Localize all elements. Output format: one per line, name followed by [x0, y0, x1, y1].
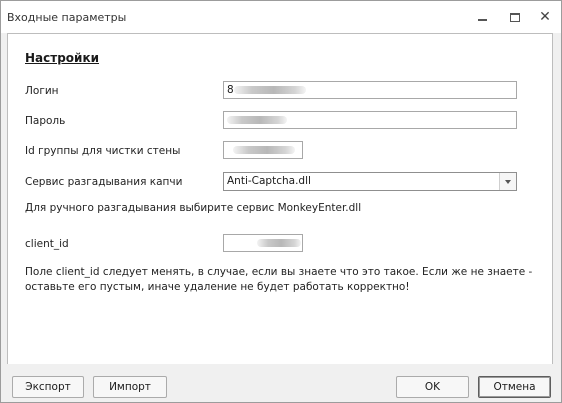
- client-id-note-line1: Поле client_id следует менять, в случае,…: [25, 266, 533, 278]
- minimize-button[interactable]: [471, 7, 493, 27]
- close-icon: ✕: [539, 9, 551, 25]
- settings-panel: Настройки Логин 8 Пароль Id группы для ч…: [7, 33, 553, 364]
- password-label: Пароль: [25, 115, 66, 127]
- captcha-service-label: Сервис разгадывания капчи: [25, 176, 183, 188]
- password-input[interactable]: [223, 111, 517, 129]
- ok-button[interactable]: OK: [396, 376, 469, 398]
- window-title: Входные параметры: [7, 11, 127, 24]
- title-bar[interactable]: Входные параметры ✕: [1, 1, 561, 33]
- chevron-down-icon: [505, 179, 511, 184]
- client-id-input[interactable]: [223, 234, 303, 252]
- maximize-icon: [510, 12, 520, 22]
- dropdown-button[interactable]: [499, 173, 516, 190]
- manual-hint: Для ручного разгадывания выбирите сервис…: [25, 202, 362, 214]
- redacted-login: [233, 86, 306, 94]
- login-label: Логин: [25, 85, 59, 97]
- login-input[interactable]: 8: [223, 81, 517, 99]
- client-id-label: client_id: [25, 238, 69, 250]
- captcha-service-value: Anti-Captcha.dll: [227, 175, 311, 187]
- group-id-label: Id группы для чистки стены: [25, 145, 181, 157]
- group-id-input[interactable]: [223, 141, 303, 159]
- maximize-button[interactable]: [504, 7, 526, 27]
- login-value: 8: [227, 84, 234, 96]
- minimize-icon: [477, 19, 487, 21]
- section-heading: Настройки: [25, 51, 100, 65]
- import-button[interactable]: Импорт: [93, 376, 167, 398]
- dialog-window: Входные параметры ✕ Настройки Логин 8 Па…: [0, 0, 562, 403]
- close-button[interactable]: ✕: [534, 7, 556, 27]
- cancel-button[interactable]: Отмена: [478, 376, 551, 398]
- redacted-group-id: [233, 146, 295, 154]
- client-id-note-line2: оставьте его пустым, иначе удаление не б…: [25, 281, 410, 293]
- captcha-service-select[interactable]: Anti-Captcha.dll: [223, 172, 517, 191]
- export-button[interactable]: Экспорт: [12, 376, 84, 398]
- redacted-password: [227, 116, 287, 124]
- redacted-client-id: [257, 239, 301, 247]
